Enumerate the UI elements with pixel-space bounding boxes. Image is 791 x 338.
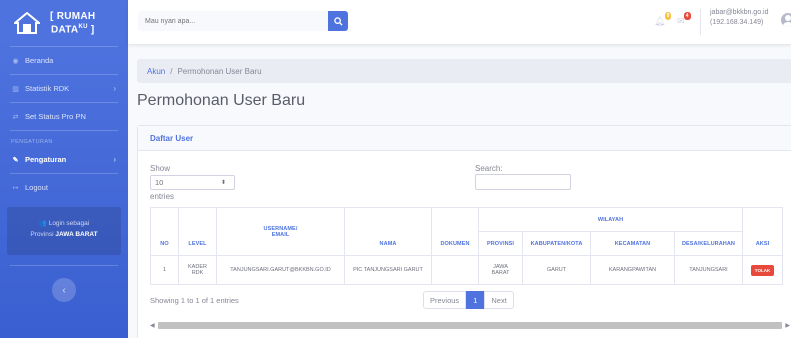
bell-icon: 🔔︎ (654, 16, 666, 26)
chevron-right-icon: › (113, 84, 116, 93)
breadcrumb-current: Permohonan User Baru (177, 66, 262, 76)
swap-icon: ⇄ (12, 113, 19, 121)
messages-badge: 4 (683, 12, 691, 20)
cell-desa: TANJUNGSARI (674, 255, 743, 285)
header-aksi[interactable]: AKSI (742, 207, 783, 256)
avatar-icon (783, 15, 791, 27)
sidebar-divider (10, 130, 118, 131)
pagination: Previous 1 Next (423, 291, 514, 309)
sidebar-item-label: Logout (25, 183, 48, 192)
header-kabupaten[interactable]: KABUPATEN/KOTA (522, 231, 591, 256)
header-no[interactable]: NO (150, 207, 179, 256)
header-wilayah: WILAYAH (478, 207, 743, 232)
table-info: Showing 1 to 1 of 1 entries (150, 296, 239, 305)
cell-nama: PIC TANJUNGSARI GARUT (344, 255, 432, 285)
wrench-icon: ✎ (12, 156, 19, 164)
show-label: Show (150, 164, 171, 173)
header-provinsi[interactable]: PROVINSI (478, 231, 523, 256)
sidebar: [ RUMAH DATAKU ] ◉ Beranda ▥ Statistik R… (0, 0, 128, 338)
logout-icon: ↦ (12, 184, 19, 192)
page-title: Permohonan User Baru (137, 92, 306, 109)
page-button-1[interactable]: 1 (466, 291, 485, 309)
breadcrumb-separator: / (170, 66, 173, 76)
messages-button[interactable]: ✉ 4 (677, 12, 691, 27)
sidebar-divider (10, 265, 118, 266)
breadcrumb: Akun / Permohonan User Baru (137, 59, 791, 83)
alerts-badge: 9 (664, 12, 672, 20)
brand-line1: [ RUMAH (50, 10, 96, 22)
user-dropdown[interactable]: jabar@bkkbn.go.id (192.168.34.149) (710, 8, 768, 28)
palette-icon: ◉ (12, 57, 19, 65)
brand-title: [ RUMAH DATAKU ] (50, 11, 95, 35)
cell-provinsi: JAWA BARAT (478, 255, 523, 285)
avatar[interactable] (781, 13, 791, 27)
scroll-left-icon[interactable]: ◀ (150, 322, 158, 329)
cell-username: TANJUNGSARI.GARUT@BKKBN.GO.ID (216, 255, 345, 285)
user-table: NO LEVEL USERNAME/ EMAIL NAMA DOKUMEN WI… (150, 207, 783, 285)
sidebar-item-label: Pengaturan (25, 155, 67, 164)
cell-kabupaten: GARUT (522, 255, 591, 285)
sidebar-item-logout[interactable]: ↦ Logout (0, 174, 128, 201)
scrollbar-thumb[interactable] (158, 322, 782, 329)
previous-button[interactable]: Previous (423, 291, 467, 309)
user-list-card: Daftar User Show 10 ⬍ entries Search: NO… (137, 125, 791, 338)
header-username[interactable]: USERNAME/ EMAIL (216, 207, 345, 256)
chart-icon: ▥ (12, 85, 19, 93)
horizontal-scrollbar[interactable]: ◀ ▶ (150, 321, 790, 330)
login-province: Provinsi JAWA BARAT (30, 231, 98, 238)
scroll-right-icon[interactable]: ▶ (782, 322, 790, 329)
cell-dokumen (431, 255, 479, 285)
reject-button[interactable]: TOLAK (750, 264, 775, 276)
search-icon (333, 16, 343, 26)
alerts-button[interactable]: 🔔︎ 9 (654, 12, 672, 27)
header-nama[interactable]: NAMA (344, 207, 432, 256)
header-desa[interactable]: DESA/KELURAHAN (674, 231, 743, 256)
user-icon: 👥 (38, 220, 47, 227)
search-input[interactable] (138, 11, 328, 31)
sidebar-item-pengaturan[interactable]: ✎ Pengaturan › (0, 146, 128, 173)
topbar-divider (700, 9, 701, 35)
card-title: Daftar User (138, 126, 791, 151)
cell-no: 1 (150, 255, 179, 285)
chevron-right-icon: › (113, 155, 116, 164)
cell-kecamatan: KARANGPAWITAN (590, 255, 675, 285)
next-button[interactable]: Next (484, 291, 514, 309)
sidebar-toggle-button[interactable]: ‹ (52, 278, 76, 302)
sidebar-item-label: Set Status Pro PN (25, 112, 86, 121)
table-row: 1 KADER RDK TANJUNGSARI.GARUT@BKKBN.GO.I… (150, 255, 783, 285)
header-kecamatan[interactable]: KECAMATAN (590, 231, 675, 256)
header-level[interactable]: LEVEL (178, 207, 217, 256)
entries-value: 10 (155, 178, 164, 187)
topbar-search (138, 11, 348, 31)
breadcrumb-link-akun[interactable]: Akun (147, 67, 165, 76)
table-search-input[interactable] (475, 174, 571, 190)
cell-level: KADER RDK (178, 255, 217, 285)
house-logo-icon (14, 12, 40, 34)
login-as-text: 👥 Login sebagai (38, 220, 90, 227)
chevron-left-icon: ‹ (62, 284, 66, 296)
select-arrows-icon: ⬍ (220, 180, 226, 186)
sidebar-item-label: Beranda (25, 56, 54, 65)
brand-line2: DATAKU ] (50, 23, 95, 36)
table-search-label: Search: (475, 164, 503, 173)
user-email: jabar@bkkbn.go.id (710, 9, 769, 16)
sidebar-item-statistik[interactable]: ▥ Statistik RDK › (0, 75, 128, 102)
search-button[interactable] (328, 11, 348, 31)
brand[interactable]: [ RUMAH DATAKU ] (0, 0, 128, 46)
cell-aksi: TOLAK (742, 255, 783, 285)
entries-select[interactable]: 10 ⬍ (150, 175, 235, 190)
user-ip: (192.168.34.149) (710, 19, 764, 26)
login-info-box: 👥 Login sebagai Provinsi JAWA BARAT (7, 207, 121, 255)
header-dokumen[interactable]: DOKUMEN (431, 207, 479, 256)
sidebar-heading: PENGATURAN (11, 139, 53, 145)
sidebar-item-label: Statistik RDK (25, 84, 70, 93)
topbar: 🔔︎ 9 ✉ 4 jabar@bkkbn.go.id (192.168.34.1… (128, 0, 791, 44)
sidebar-item-beranda[interactable]: ◉ Beranda (0, 47, 128, 74)
entries-label: entries (150, 192, 175, 201)
sidebar-item-set-status[interactable]: ⇄ Set Status Pro PN (0, 103, 128, 130)
